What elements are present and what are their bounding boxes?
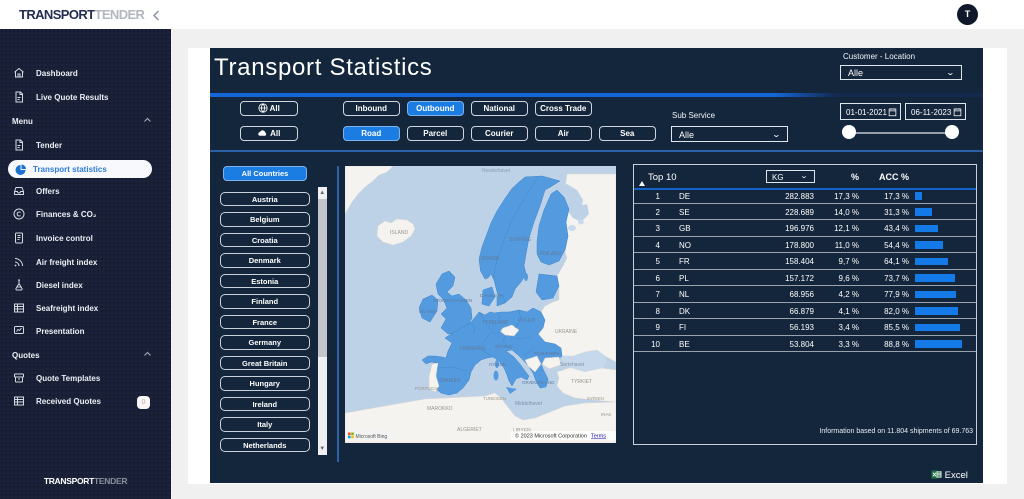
svg-text:FINLAND: FINLAND <box>540 251 562 257</box>
svg-text:Middelhavet: Middelhavet <box>515 401 543 407</box>
svg-text:TYSKLAND: TYSKLAND <box>482 320 509 326</box>
svg-text:UKRAINE: UKRAINE <box>555 329 578 335</box>
svg-text:IRAK: IRAK <box>601 412 612 417</box>
svg-text:NORGE: NORGE <box>481 256 500 262</box>
svg-text:Terms: Terms <box>591 434 606 440</box>
svg-text:POLEN: POLEN <box>518 318 535 324</box>
svg-text:STORBRITANNIEN: STORBRITANNIEN <box>433 298 472 303</box>
svg-text:Sortehavet: Sortehavet <box>560 362 585 368</box>
svg-text:PORTUGAL: PORTUGAL <box>415 386 440 391</box>
svg-text:ALGERIET: ALGERIET <box>457 427 482 433</box>
svg-text:TYRKIET: TYRKIET <box>571 379 592 385</box>
svg-text:RUMÆNIEN: RUMÆNIEN <box>534 351 560 356</box>
svg-text:TUNESIEN: TUNESIEN <box>483 396 506 401</box>
svg-text:© 2023 Microsoft Corporation: © 2023 Microsoft Corporation <box>515 433 587 440</box>
svg-text:IRLAND: IRLAND <box>419 309 436 314</box>
svg-text:SPANIEN: SPANIEN <box>439 378 461 384</box>
svg-text:GRÆKENLAND: GRÆKENLAND <box>522 380 555 385</box>
svg-text:SYRIEN: SYRIEN <box>587 396 604 401</box>
svg-text:Microsoft Bing: Microsoft Bing <box>356 434 388 440</box>
svg-text:DANMARK: DANMARK <box>480 293 503 298</box>
svg-text:FRANKRIG: FRANKRIG <box>460 346 486 352</box>
svg-text:MAROKKO: MAROKKO <box>427 406 453 412</box>
svg-text:ISLAND: ISLAND <box>390 230 408 236</box>
svg-text:ITALIEN: ITALIEN <box>489 362 506 367</box>
svg-text:SVERIGE: SVERIGE <box>509 237 532 243</box>
svg-text:Norskehavet: Norskehavet <box>482 168 511 174</box>
svg-text:ØSTRIG: ØSTRIG <box>495 344 513 349</box>
